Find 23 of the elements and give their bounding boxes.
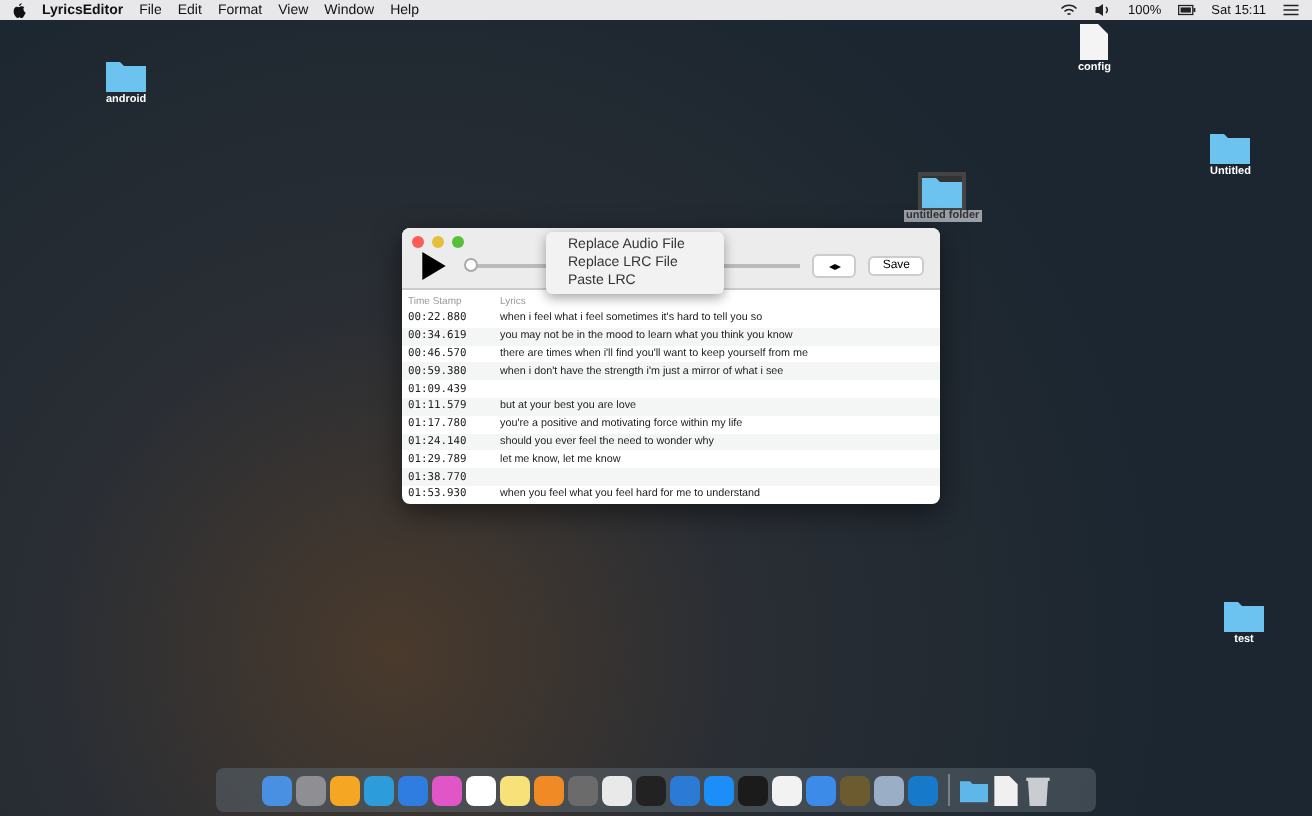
- list-icon[interactable]: [1282, 2, 1300, 18]
- trash-icon[interactable]: [1023, 775, 1051, 805]
- wifi-icon[interactable]: [1060, 2, 1079, 18]
- app-icon[interactable]: [873, 775, 903, 805]
- document-icon[interactable]: [1080, 24, 1109, 60]
- app-icon[interactable]: [499, 775, 529, 805]
- app-icon[interactable]: [771, 775, 801, 805]
- volume-icon[interactable]: [1094, 2, 1113, 18]
- app-icon[interactable]: [601, 775, 631, 805]
- folder-icon[interactable]: [922, 176, 963, 208]
- apple-icon[interactable]: [12, 2, 26, 18]
- folder-icon[interactable]: [959, 775, 987, 805]
- app-icon[interactable]: [465, 775, 495, 805]
- app-icon[interactable]: [329, 775, 359, 805]
- battery-icon[interactable]: [1177, 2, 1196, 18]
- document-icon[interactable]: [991, 775, 1019, 805]
- play-icon[interactable]: [422, 252, 446, 280]
- slider-thumb[interactable]: [464, 258, 478, 272]
- close-button[interactable]: [412, 236, 424, 248]
- app-icon[interactable]: [533, 775, 563, 805]
- folder-icon[interactable]: [106, 60, 147, 92]
- folder-icon[interactable]: [1224, 600, 1264, 632]
- folder-icon[interactable]: [1210, 132, 1251, 164]
